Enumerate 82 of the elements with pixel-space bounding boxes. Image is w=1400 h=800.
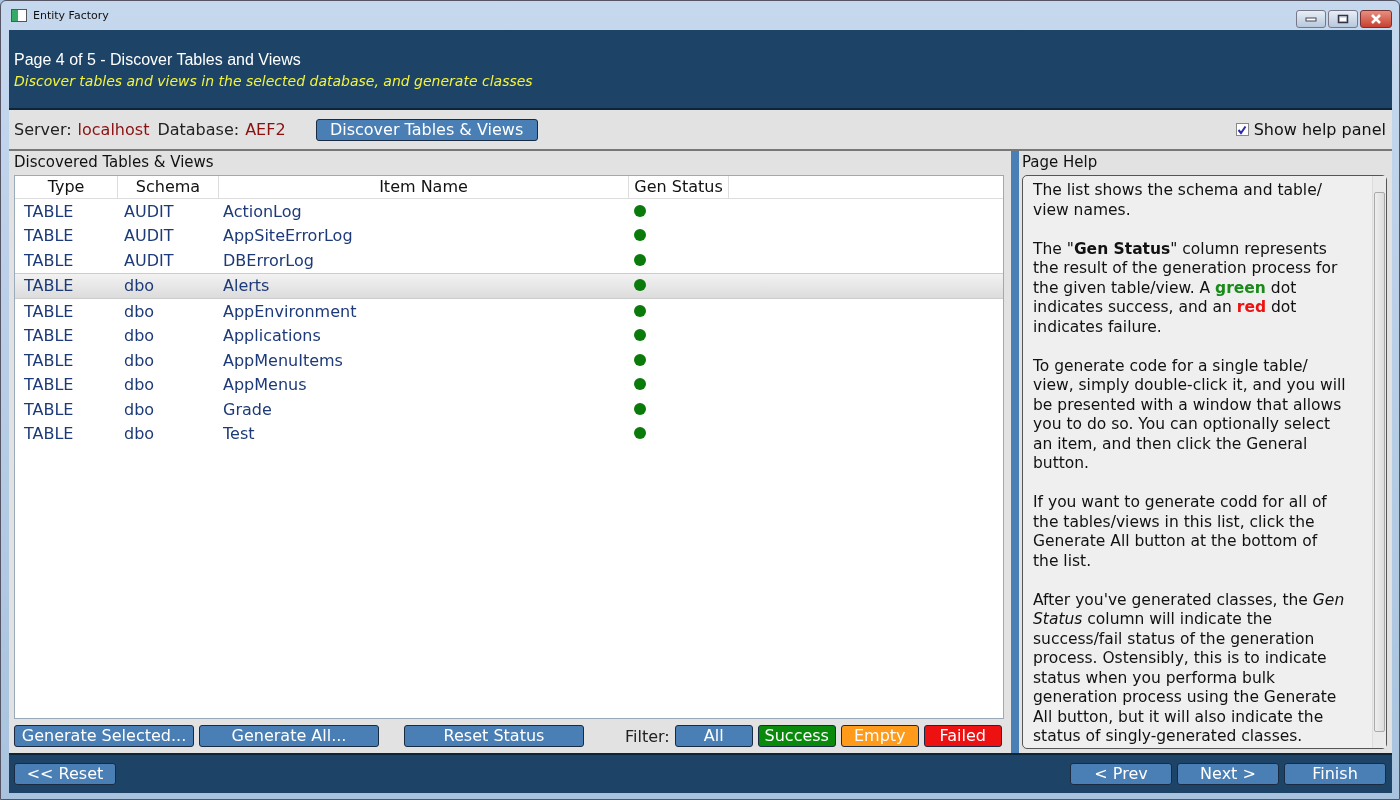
table-cell-text: Grade bbox=[222, 399, 273, 419]
checkbox-label: Show help panel bbox=[1253, 120, 1386, 139]
table-row[interactable]: TABLE dbo Applications bbox=[15, 323, 1003, 348]
filter-button[interactable]: Failed bbox=[923, 725, 1002, 747]
table-cell-text: TABLE bbox=[23, 375, 75, 395]
table-row[interactable]: TABLE AUDIT ActionLog bbox=[15, 199, 1003, 224]
nav-button[interactable]: Finish bbox=[1284, 763, 1386, 785]
help-paragraph: After you've generated classes, the Gen Status column will indicate the success/fail status of the generation process. Ostensibly, this is to indicate status when you performa bulk generation process using the Generate All button, but it will also indicate the status of singly-generated classes. bbox=[1033, 590, 1346, 747]
page-title: Page 4 of 5 - Discover Tables and Views bbox=[14, 50, 302, 70]
table-cell-text: AppMenuItems bbox=[222, 350, 344, 370]
table-cell-text: AppSiteErrorLog bbox=[222, 226, 354, 246]
minimize-icon bbox=[1305, 16, 1317, 22]
nav-button[interactable]: << Reset bbox=[14, 763, 116, 785]
maximize-button[interactable] bbox=[1328, 10, 1358, 28]
checkbox[interactable] bbox=[1235, 123, 1249, 136]
server-value: localhost bbox=[77, 120, 150, 139]
column-header[interactable]: Schema bbox=[118, 176, 219, 198]
table-cell-text: TABLE bbox=[23, 350, 75, 370]
table-row[interactable]: TABLE dbo Test bbox=[15, 421, 1003, 446]
table-row[interactable]: TABLE dbo Alerts bbox=[15, 272, 1003, 299]
column-header[interactable]: Type bbox=[15, 176, 118, 198]
filter-button[interactable]: Success bbox=[757, 725, 836, 747]
table-cell-text: AppEnvironment bbox=[222, 301, 358, 321]
maximize-icon bbox=[1337, 14, 1349, 24]
table-cell-text: TABLE bbox=[23, 399, 75, 419]
table-cell-text: Alerts bbox=[222, 276, 271, 296]
table-cell-text: dbo bbox=[123, 350, 156, 370]
table-cell-text: AUDIT bbox=[123, 201, 175, 221]
checkmark-icon bbox=[1237, 124, 1248, 135]
minimize-button[interactable] bbox=[1296, 10, 1326, 28]
table-cell-text: ActionLog bbox=[222, 201, 303, 221]
filter-label: Filter: bbox=[625, 726, 670, 746]
table-cell-text: dbo bbox=[123, 399, 156, 419]
panel-title: Discovered Tables & Views bbox=[14, 152, 215, 173]
table-row[interactable]: TABLE AUDIT DBErrorLog bbox=[15, 248, 1003, 273]
scroll-thumb[interactable] bbox=[1374, 192, 1385, 732]
column-header[interactable]: Gen Status bbox=[629, 176, 729, 198]
help-paragraph: To generate code for a single table/ view, simply double-click it, and you will be presented with a window that allows you to do so. You can optionally select an item, and then click the General button. bbox=[1033, 356, 1346, 474]
table-row[interactable]: TABLE dbo AppMenuItems bbox=[15, 348, 1003, 373]
action-button[interactable]: Reset Status bbox=[404, 725, 584, 747]
table-cell-text: TABLE bbox=[23, 226, 75, 246]
table-cell-text: dbo bbox=[123, 424, 156, 444]
help-paragraph: If you want to generate codd for all of the tables/views in this list, click the Generate All button at the bottom of the list. bbox=[1033, 493, 1328, 571]
table-cell-text: dbo bbox=[123, 301, 156, 321]
action-button[interactable]: Generate Selected... bbox=[14, 725, 194, 747]
table-row[interactable]: TABLE dbo Grade bbox=[15, 397, 1003, 422]
app-icon bbox=[11, 9, 27, 22]
table-cell-text: TABLE bbox=[23, 326, 75, 346]
close-button[interactable] bbox=[1360, 10, 1392, 28]
page-subtitle: Discover tables and views in the selected database, and generate classes bbox=[14, 72, 534, 91]
nav-button[interactable]: < Prev bbox=[1070, 763, 1172, 785]
table-cell-text: dbo bbox=[123, 375, 156, 395]
table-cell-text: TABLE bbox=[23, 301, 75, 321]
table-cell-text: Applications bbox=[222, 326, 322, 346]
table-cell-text: AppMenus bbox=[222, 375, 308, 395]
table-cell-text: Test bbox=[222, 424, 256, 444]
table-row[interactable]: TABLE AUDIT AppSiteErrorLog bbox=[15, 223, 1003, 248]
server-label: Server: bbox=[14, 120, 72, 139]
discover-button[interactable]: Discover Tables & Views bbox=[315, 118, 538, 141]
table-row[interactable]: TABLE dbo AppEnvironment bbox=[15, 299, 1003, 324]
window-title: Entity Factory bbox=[33, 9, 109, 22]
nav-button[interactable]: Next > bbox=[1177, 763, 1279, 785]
database-value: AEF2 bbox=[245, 120, 286, 139]
table-cell-text: TABLE bbox=[23, 276, 75, 296]
table-cell-text: AUDIT bbox=[123, 226, 175, 246]
help-paragraph: The "Gen Status" column represents the result of the generation process for the given table/view. A green dot indicates success, and an red dot indicates failure. bbox=[1033, 239, 1339, 337]
table-cell-text: dbo bbox=[123, 326, 156, 346]
table-cell-text: TABLE bbox=[23, 201, 75, 221]
table-row[interactable]: TABLE dbo AppMenus bbox=[15, 372, 1003, 397]
close-icon bbox=[1369, 13, 1383, 25]
scrollbar[interactable] bbox=[1372, 176, 1386, 748]
action-button[interactable]: Generate All... bbox=[199, 725, 379, 747]
filter-button[interactable]: All bbox=[674, 725, 753, 747]
help-paragraph: The list shows the schema and table/ view names. bbox=[1033, 181, 1323, 220]
table-cell-text: TABLE bbox=[23, 250, 75, 270]
table-cell-text: AUDIT bbox=[123, 250, 175, 270]
table-cell-text: dbo bbox=[123, 276, 156, 296]
table-cell-text: TABLE bbox=[23, 424, 75, 444]
panel-title: Page Help bbox=[1022, 152, 1099, 173]
table-cell-text: DBErrorLog bbox=[222, 250, 315, 270]
column-header[interactable]: Item Name bbox=[219, 176, 629, 198]
database-label: Database: bbox=[157, 120, 240, 139]
